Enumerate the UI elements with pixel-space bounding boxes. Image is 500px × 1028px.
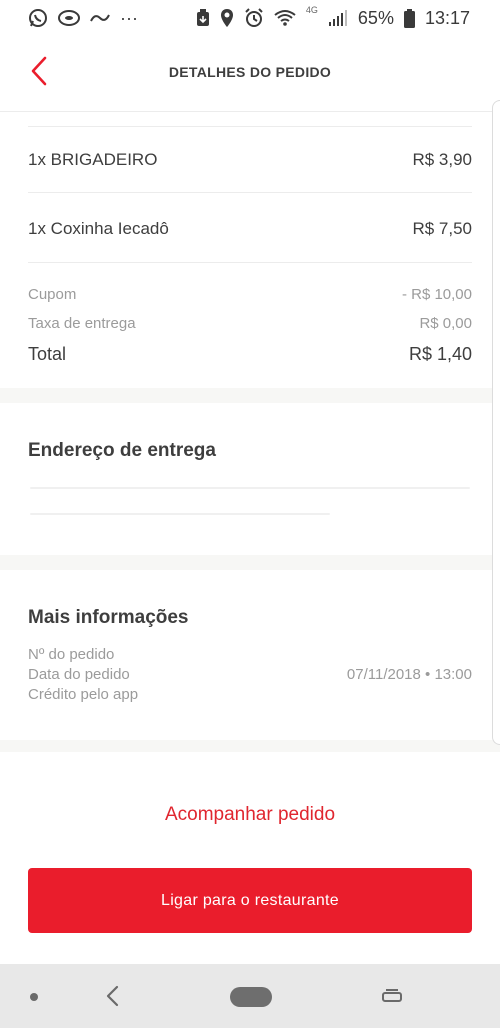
alarm-icon xyxy=(244,8,264,28)
system-nav-bar xyxy=(0,964,500,1028)
status-bar: ··· 4G 65% 13:17 xyxy=(0,0,500,36)
download-icon xyxy=(196,9,210,27)
wifi-icon xyxy=(274,9,296,27)
coupon-value: - R$ 10,00 xyxy=(401,286,472,303)
more-info-title: Mais informações xyxy=(28,607,189,628)
address-text-redacted xyxy=(30,487,470,489)
order-date-value: 07/11/2018 • 13:00 xyxy=(346,666,472,683)
clock: 13:17 xyxy=(424,7,470,28)
delivery-fee-row: Taxa de entrega R$ 0,00 xyxy=(28,315,472,332)
delivery-fee-label: Taxa de entrega xyxy=(28,315,136,332)
call-restaurant-button[interactable]: Ligar para o restaurante xyxy=(28,868,472,933)
section-separator xyxy=(0,388,500,403)
total-label: Total xyxy=(28,344,67,364)
network-type: 4G xyxy=(305,5,318,15)
coupon-label: Cupom xyxy=(28,286,77,303)
app-icon xyxy=(90,11,110,25)
item-name: 1x Coxinha Iecadô xyxy=(28,219,169,238)
section-separator xyxy=(0,740,500,752)
order-item: 1x Coxinha Iecadô R$ 7,50 xyxy=(28,219,472,239)
order-date-label: Data do pedido xyxy=(28,666,130,683)
order-summary: 1x BRIGADEIRO R$ 3,90 1x Coxinha Iecadô … xyxy=(0,112,500,388)
signal-icon xyxy=(328,10,348,26)
delivery-fee-value: R$ 0,00 xyxy=(419,315,472,332)
item-price: R$ 3,90 xyxy=(412,150,472,169)
total-value: R$ 1,40 xyxy=(408,344,472,364)
app-header: DETALHES DO PEDIDO xyxy=(0,36,500,112)
item-name: 1x BRIGADEIRO xyxy=(28,150,158,169)
delivery-address-section: Endereço de entrega xyxy=(0,403,500,555)
order-number-label: Nº do pedido xyxy=(28,646,115,663)
app-credit-label: Crédito pelo app xyxy=(28,686,139,703)
more-icon: ··· xyxy=(120,7,138,28)
address-title: Endereço de entrega xyxy=(28,440,216,461)
status-left: ··· xyxy=(28,8,138,29)
nav-back-icon[interactable] xyxy=(102,984,124,1008)
nav-home-icon[interactable] xyxy=(230,987,272,1007)
battery-percent: 65% xyxy=(357,7,394,28)
chat-icon xyxy=(58,9,80,27)
battery-icon xyxy=(403,8,415,28)
order-item: 1x BRIGADEIRO R$ 3,90 xyxy=(28,150,472,170)
whatsapp-icon xyxy=(28,8,48,28)
actions-section: Acompanhar pedido Ligar para o restauran… xyxy=(0,752,500,962)
status-right: 4G 65% 13:17 xyxy=(196,5,470,29)
total-row: Total R$ 1,40 xyxy=(28,344,472,365)
divider xyxy=(28,192,472,193)
nav-dot-icon xyxy=(30,993,38,1001)
scroll-indicator xyxy=(492,100,500,745)
more-info-section: Mais informações Nº do pedido Data do pe… xyxy=(0,570,500,740)
divider xyxy=(28,126,472,127)
item-price: R$ 7,50 xyxy=(412,219,472,238)
divider xyxy=(28,262,472,263)
page-title: DETALHES DO PEDIDO xyxy=(168,64,332,80)
location-icon xyxy=(220,8,234,28)
track-order-link[interactable]: Acompanhar pedido xyxy=(0,804,500,826)
nav-recent-apps-icon[interactable] xyxy=(381,988,403,1006)
coupon-row: Cupom - R$ 10,00 xyxy=(28,286,472,303)
section-separator xyxy=(0,555,500,570)
address-text-redacted xyxy=(30,513,330,515)
